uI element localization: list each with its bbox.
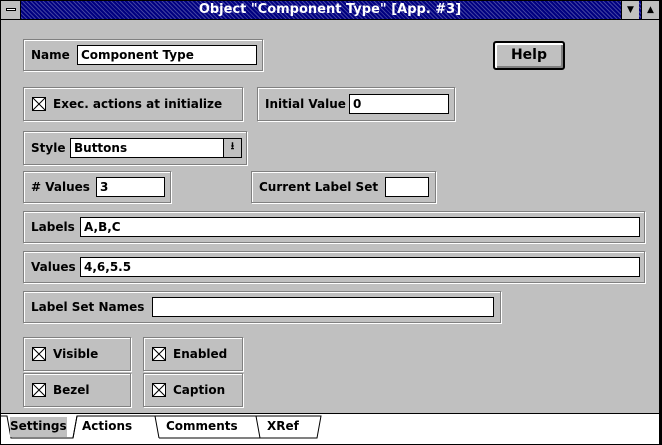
num-values-group: # Values 3 [23, 171, 171, 203]
initial-value-label: Initial Value [265, 97, 346, 111]
label-set-names-field[interactable] [152, 297, 494, 317]
initial-value-group: Initial Value 0 [257, 87, 455, 121]
x-check-icon[interactable] [32, 383, 46, 397]
labels-group: Labels A,B,C [23, 211, 645, 243]
style-group: Style Buttons ⭳ [23, 131, 247, 165]
bezel-label: Bezel [53, 383, 90, 397]
maximize-arrow-icon[interactable]: ▲ [641, 1, 659, 19]
system-menu-icon[interactable] [1, 1, 21, 19]
style-select[interactable]: Buttons ⭳ [70, 138, 242, 158]
window-title: Object "Component Type" [App. #3] [198, 2, 462, 17]
tab-xref[interactable]: XRef [267, 417, 299, 437]
enabled-label: Enabled [173, 347, 228, 361]
num-values-field[interactable]: 3 [96, 177, 165, 197]
exec-actions-label: Exec. actions at initialize [53, 97, 223, 111]
label-set-names-group: Label Set Names [23, 291, 501, 323]
exec-actions-group[interactable]: Exec. actions at initialize [23, 87, 243, 121]
values-label: Values [31, 260, 76, 274]
tab-comments[interactable]: Comments [166, 417, 238, 437]
x-check-icon[interactable] [152, 347, 166, 361]
current-label-set-field[interactable] [385, 177, 429, 197]
x-check-icon[interactable] [32, 97, 46, 111]
style-select-value: Buttons [74, 141, 128, 155]
minimize-arrow-icon[interactable]: ▼ [621, 1, 639, 19]
x-check-icon[interactable] [32, 347, 46, 361]
title-bar[interactable]: Object "Component Type" [App. #3] ▼ ▲ [1, 1, 659, 20]
name-group: Name Component Type [23, 39, 263, 71]
tab-actions[interactable]: Actions [82, 417, 132, 437]
initial-value-field[interactable]: 0 [349, 94, 449, 114]
x-check-icon[interactable] [152, 383, 166, 397]
label-set-names-label: Label Set Names [31, 300, 145, 314]
name-field[interactable]: Component Type [77, 45, 257, 65]
labels-label: Labels [31, 220, 75, 234]
values-group: Values 4,6,5.5 [23, 251, 645, 283]
values-field[interactable]: 4,6,5.5 [80, 257, 640, 277]
current-label-set-group: Current Label Set [251, 171, 436, 203]
tab-strip: Settings Actions Comments XRef [1, 413, 659, 444]
labels-field[interactable]: A,B,C [80, 217, 640, 237]
style-label: Style [31, 141, 66, 155]
caption-label: Caption [173, 383, 226, 397]
enabled-group[interactable]: Enabled [143, 337, 243, 371]
dropdown-arrow-icon[interactable]: ⭳ [223, 139, 241, 157]
help-button[interactable]: Help [493, 41, 565, 70]
tab-settings[interactable]: Settings [10, 417, 67, 437]
name-label: Name [31, 48, 70, 62]
object-window: Object "Component Type" [App. #3] ▼ ▲ Na… [0, 0, 660, 444]
num-values-label: # Values [31, 180, 90, 194]
visible-label: Visible [53, 347, 99, 361]
current-label-set-label: Current Label Set [259, 180, 379, 194]
caption-group[interactable]: Caption [143, 373, 243, 407]
bezel-group[interactable]: Bezel [23, 373, 131, 407]
visible-group[interactable]: Visible [23, 337, 131, 371]
